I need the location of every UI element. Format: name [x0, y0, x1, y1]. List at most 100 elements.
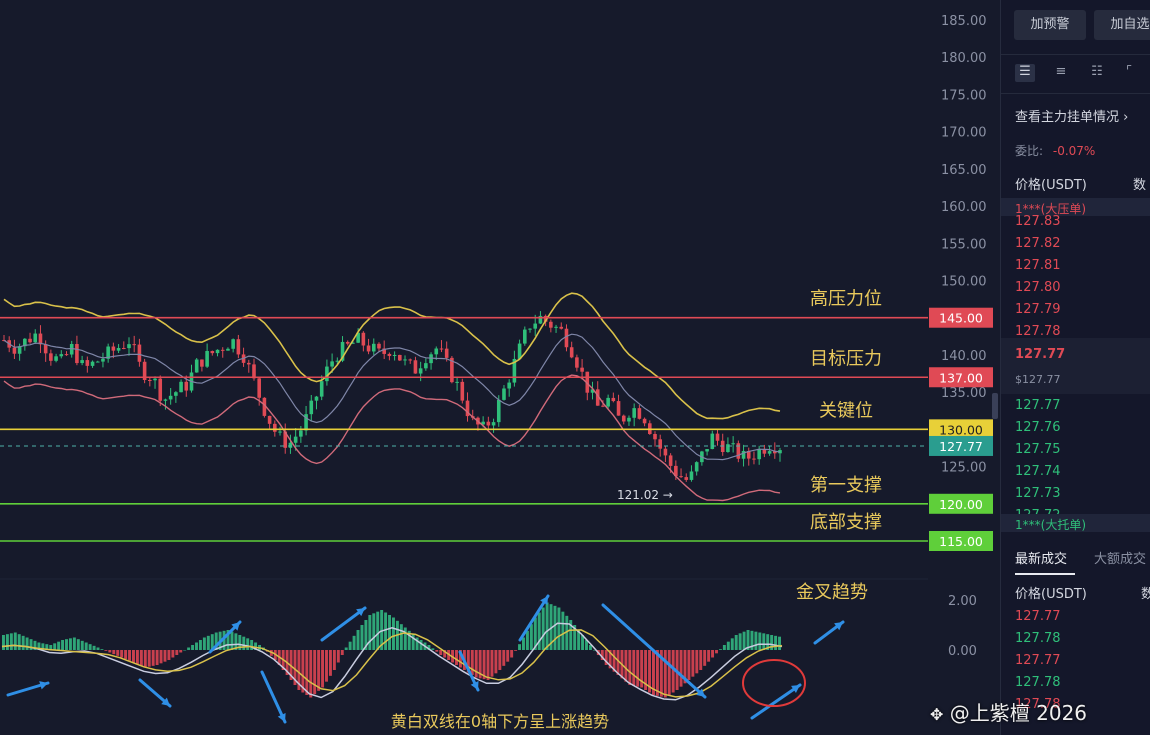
macd-bar	[179, 650, 183, 653]
macd-bar	[372, 613, 376, 650]
macd-bar	[510, 650, 514, 658]
expand-icon[interactable]: ⌜	[1119, 64, 1139, 82]
current-price-tag: 127.77	[939, 439, 983, 454]
candle-body	[231, 339, 235, 349]
macd-bar	[206, 635, 210, 650]
macd-bar	[112, 650, 116, 655]
orderbook-header-price: 价格(USDT)	[1015, 178, 1087, 193]
macd-bar	[139, 650, 143, 666]
candle-body	[611, 397, 616, 402]
macd-bar	[183, 650, 187, 651]
macd-bar	[92, 645, 96, 650]
watermark: ✥ @上紫檀 2026	[930, 701, 1088, 725]
macd-bar	[61, 640, 65, 650]
macd-bar	[246, 638, 250, 650]
macd-bar	[13, 632, 17, 650]
candle-body	[90, 361, 95, 366]
macd-bar	[529, 624, 533, 650]
y-axis-label: 140.00	[941, 349, 987, 364]
macd-bar	[147, 650, 151, 667]
macd-bar	[667, 650, 671, 695]
order-ratio: 委比: -0.07%	[1015, 144, 1096, 158]
last-price-usd: $127.77	[1015, 373, 1061, 386]
macd-bar	[309, 650, 313, 698]
candle-body	[502, 388, 506, 400]
candle-body	[273, 423, 277, 432]
price-chart[interactable]: 185.00 180.00 175.00 170.00 165.00 160.00 155.…	[0, 0, 998, 735]
macd-bar	[151, 650, 155, 666]
macd-bar	[494, 650, 498, 674]
candle-body	[309, 400, 314, 415]
candle-body	[33, 333, 38, 343]
orderbook-both-icon[interactable]: ☰	[1015, 64, 1035, 82]
add-watchlist-button[interactable]: 加自选	[1094, 10, 1150, 40]
y-axis-label: 155.00	[941, 237, 987, 252]
macd-bar	[321, 650, 325, 688]
macd-bar	[167, 650, 171, 660]
candle-body	[424, 363, 428, 369]
macd-bar	[72, 637, 76, 650]
candle-body	[314, 396, 319, 401]
macd-bar	[403, 627, 407, 650]
macd-bar	[628, 650, 632, 685]
candle-body	[392, 354, 397, 356]
candle-body	[174, 392, 178, 396]
candle-body	[28, 338, 32, 343]
candle-body	[710, 433, 715, 450]
macd-bar	[624, 650, 628, 682]
candle-body	[215, 349, 220, 354]
orderbook-header-qty: 数	[1133, 178, 1147, 193]
macd-bar	[332, 650, 336, 670]
trend-arrow	[260, 670, 287, 724]
orderbook-bids-icon[interactable]: ≡	[1051, 64, 1071, 82]
candle-body	[715, 433, 720, 441]
add-alert-button[interactable]: 加预警	[1014, 10, 1086, 40]
tab-large-trades[interactable]: 大额成交	[1094, 548, 1146, 567]
candle-body	[616, 401, 621, 416]
candle-body	[111, 346, 116, 351]
macd-bar	[384, 612, 388, 650]
candle-body	[434, 348, 439, 355]
ask-price: 127.81	[1015, 258, 1061, 273]
last-price: 127.77	[1015, 347, 1066, 362]
macd-bar	[5, 634, 9, 650]
trades-header-qty: 数	[1141, 583, 1150, 602]
macd-bar	[76, 639, 80, 650]
candle-body	[330, 361, 334, 367]
lower-band-line	[3, 374, 781, 502]
macd-bar	[317, 650, 321, 691]
level-tag: 145.00	[939, 311, 983, 326]
macd-bar	[25, 637, 29, 650]
macd-bar	[718, 649, 722, 650]
macd-bar	[352, 635, 356, 650]
chart-canvas[interactable]: 185.00 180.00 175.00 170.00 165.00 160.00 155.…	[0, 0, 998, 735]
candle-body	[632, 408, 636, 418]
ask-price: 127.80	[1015, 280, 1061, 295]
macd-bar	[522, 637, 525, 650]
candle-body	[267, 415, 272, 424]
ask-price: 127.82	[1015, 236, 1061, 251]
macd-bar	[561, 611, 565, 650]
trade-price: 127.77	[1015, 653, 1061, 668]
macd-bar	[108, 650, 112, 653]
candle-body	[132, 344, 137, 346]
active-tab-underline	[1015, 573, 1075, 575]
macd-bar	[439, 650, 443, 655]
macd-bar	[770, 635, 774, 650]
orderbook-asks-icon[interactable]: ☷	[1087, 64, 1107, 82]
macd-bar	[340, 650, 344, 655]
macd-bar	[325, 650, 328, 682]
macd-bar	[715, 650, 718, 654]
candle-body	[731, 443, 735, 445]
macd-bar	[730, 638, 734, 650]
candle-body	[179, 381, 183, 393]
order-book-panel: 加预警 加自选 ☰ ≡ ☷ ⌜ 查看主力挂单情况 › 委比: -0.07% 价格…	[1000, 0, 1150, 735]
y-axis-label: 165.00	[941, 163, 987, 178]
macd-bar	[486, 650, 490, 680]
tab-latest-trades[interactable]: 最新成交	[1015, 548, 1067, 567]
candle-body	[398, 354, 402, 361]
macd-bar	[470, 650, 474, 675]
macd-bar	[159, 650, 163, 664]
candle-body	[371, 343, 376, 352]
main-orders-link[interactable]: 查看主力挂单情况 ›	[1015, 106, 1128, 125]
